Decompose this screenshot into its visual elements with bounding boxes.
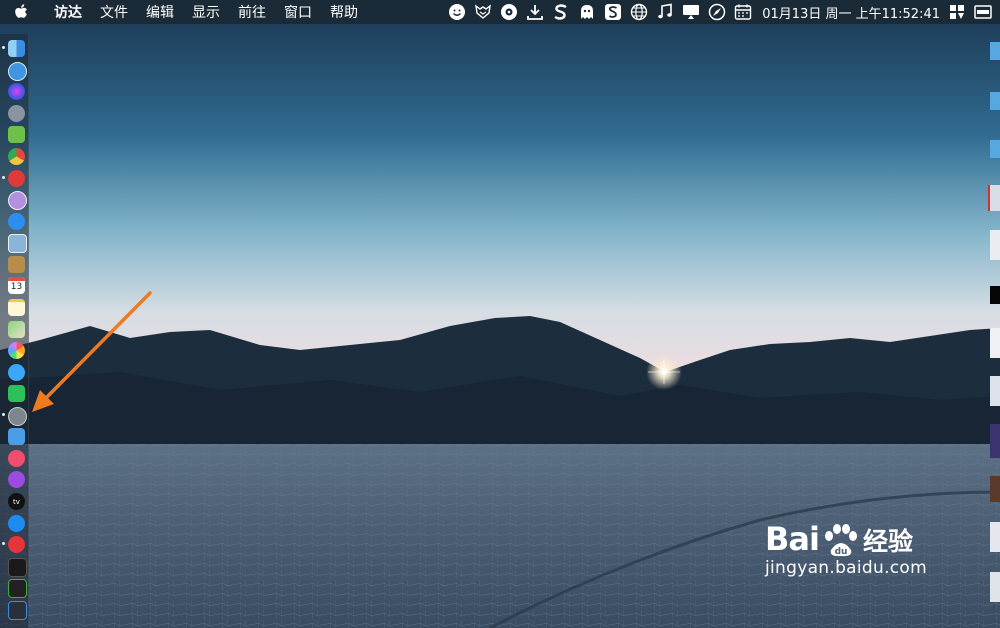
running-indicator [2,46,5,49]
desktop-file-icon[interactable] [990,286,1000,304]
desktop-file-icon[interactable] [990,376,1000,406]
launchpad-rocket-icon[interactable] [8,105,25,122]
wechat-icon[interactable] [8,385,25,402]
android-studio-icon[interactable] [8,126,25,143]
display-icon[interactable] [682,3,700,21]
podcasts-icon[interactable] [8,471,25,488]
desktop-file-icon[interactable] [988,185,1000,211]
kuaijie-icon[interactable] [8,191,27,210]
system-preferences-icon[interactable] [8,407,27,426]
menu-bar-clock[interactable]: 01月13日 周一 上午11:52:41 [762,3,940,22]
desktop-file-icon[interactable] [990,328,1000,358]
misc-app-icon[interactable] [8,601,27,620]
fox-icon[interactable] [474,3,492,21]
chrome-icon[interactable] [8,148,25,165]
calendar-icon[interactable] [734,3,752,21]
menu-edit[interactable]: 编辑 [146,2,174,22]
tv-label: tv [13,497,20,506]
safari-compass-icon[interactable] [708,3,726,21]
finder-icon[interactable] [8,40,25,57]
app-store-icon[interactable] [8,515,25,532]
desktop-file-icon[interactable] [990,572,1000,602]
watermark-logo-cn: 经验 [862,527,913,556]
menu-finder[interactable]: 访达 [54,2,82,22]
running-indicator [2,542,5,545]
music-icon[interactable] [8,450,25,467]
watermark-logo: Bai du 经验 [765,520,927,558]
menu-help[interactable]: 帮助 [330,2,358,22]
desktop-file-icon[interactable] [990,230,1000,260]
music-note-icon[interactable] [656,3,674,21]
notes-brown-icon[interactable] [8,256,25,273]
apple-tv-icon[interactable]: tv [8,493,25,510]
photos-icon[interactable] [8,342,25,359]
siri-icon[interactable] [8,83,25,100]
menu-view[interactable]: 显示 [192,2,220,22]
status-bar: 01月13日 周一 上午11:52:41 [448,0,992,24]
foxit-icon[interactable] [8,170,25,187]
download-icon[interactable] [526,3,544,21]
menu-file[interactable]: 文件 [100,2,128,22]
safari-compass-icon[interactable] [8,62,27,81]
watermark-url: jingyan.baidu.com [765,558,927,578]
desktop-folder-icon[interactable] [990,140,1000,158]
calendar-day: 13 [10,282,23,292]
preview-icon[interactable] [8,234,27,253]
split-window-icon[interactable] [948,3,966,21]
terminal-icon[interactable] [8,558,27,577]
sogou-icon[interactable] [604,3,622,21]
desktop-image-icon[interactable] [990,424,1000,458]
dock: 13 tv [0,34,29,628]
safari-icon[interactable] [8,213,25,230]
desktop-image-icon[interactable] [990,476,1000,502]
vivaldi-icon[interactable] [8,536,25,553]
desktop-folder-icon[interactable] [990,92,1000,110]
ghost-icon[interactable] [578,3,596,21]
globe-icon[interactable] [630,3,648,21]
control-strip-icon[interactable] [974,3,992,21]
menu-go[interactable]: 前往 [238,2,266,22]
messages-icon[interactable] [8,364,25,381]
calendar-app-icon[interactable]: 13 [8,277,25,294]
emoji-icon[interactable] [448,3,466,21]
paw-icon: du [824,524,857,557]
svg-text:du: du [835,547,848,557]
running-indicator [2,413,5,416]
menu-bar: 访达 文件 编辑 显示 前往 窗口 帮助 01月13日 周一 上午11:52:4… [0,0,1000,24]
baidu-jingyan-watermark: Bai du 经验 jingyan.baidu.com [765,520,927,578]
desktop-file-icon[interactable] [990,522,1000,552]
desktop-folder-icon[interactable] [990,42,1000,60]
notes-icon[interactable] [8,299,25,316]
eye-icon[interactable] [500,3,518,21]
s-icon[interactable] [552,3,570,21]
menu-window[interactable]: 窗口 [284,2,312,22]
keynote-icon[interactable] [8,428,25,445]
activity-monitor-icon[interactable] [8,579,27,598]
apple-menu-icon[interactable] [14,4,36,20]
running-indicator [2,176,5,179]
watermark-logo-text-1: Bai [765,520,820,558]
maps-icon[interactable] [8,321,25,338]
